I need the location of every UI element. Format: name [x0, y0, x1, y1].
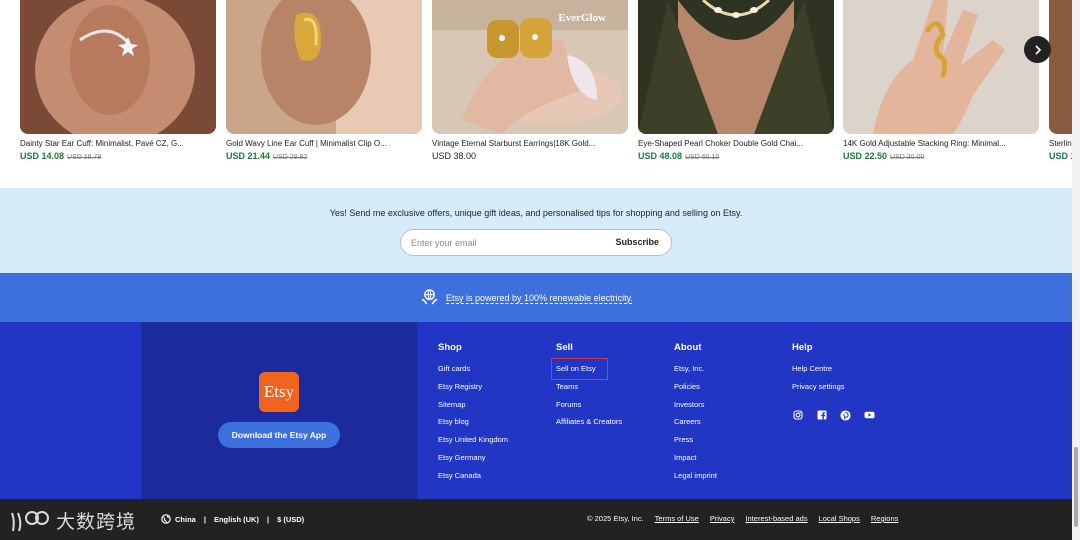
- download-app-button[interactable]: Download the Etsy App: [218, 422, 340, 448]
- product-title[interactable]: Gold Wavy Line Ear Cuff | Minimalist Cli…: [226, 139, 416, 148]
- regions-link[interactable]: Regions: [871, 514, 899, 523]
- footer-link-etsy-germany[interactable]: Etsy Germany: [438, 453, 508, 471]
- youtube-icon[interactable]: [864, 410, 875, 421]
- page-scrollbar[interactable]: [1072, 0, 1080, 540]
- product-price: USD 14.08: [20, 151, 65, 161]
- copyright-text: © 2025 Etsy, Inc.: [587, 514, 644, 523]
- sell-column: Sell Sell on Etsy Teams Forums Affiliate…: [556, 342, 622, 435]
- product-old-price: USD 60.10: [685, 154, 720, 161]
- footer-link-etsy-inc[interactable]: Etsy, Inc.: [674, 364, 717, 382]
- pinterest-icon[interactable]: [840, 410, 851, 421]
- product-card[interactable]: Sterlin USD 1: [1049, 0, 1072, 161]
- carousel-next-button[interactable]: [1024, 36, 1051, 63]
- product-title[interactable]: Sterlin: [1049, 139, 1072, 148]
- footer: Etsy Download the Etsy App Shop Gift car…: [0, 322, 1072, 499]
- shop-heading: Shop: [438, 342, 462, 353]
- highlight-box: [551, 358, 608, 380]
- privacy-link[interactable]: Privacy: [710, 514, 735, 523]
- watermark-logo-icon: [11, 510, 49, 531]
- product-title[interactable]: Eye-Shaped Pearl Choker Double Gold Chai…: [638, 139, 828, 148]
- product-card[interactable]: EverGlow Vintage Eternal Starburst Earri…: [432, 0, 628, 161]
- newsletter-text: Yes! Send me exclusive offers, unique gi…: [329, 208, 743, 218]
- footer-link-press[interactable]: Press: [674, 435, 717, 453]
- terms-link[interactable]: Terms of Use: [655, 514, 699, 523]
- region-label[interactable]: China: [175, 515, 196, 524]
- footer-link-impact[interactable]: Impact: [674, 453, 717, 471]
- footer-link-help-centre[interactable]: Help Centre: [792, 364, 875, 382]
- footer-link-teams[interactable]: Teams: [556, 382, 622, 400]
- footer-link-sitemap[interactable]: Sitemap: [438, 400, 508, 418]
- product-card[interactable]: Gold Wavy Line Ear Cuff | Minimalist Cli…: [226, 0, 422, 161]
- footer-link-affiliates[interactable]: Affiliates & Creators: [556, 417, 622, 435]
- help-heading: Help: [792, 342, 813, 353]
- shop-column: Shop Gift cards Etsy Registry Sitemap Et…: [438, 342, 508, 489]
- social-links: [792, 410, 875, 421]
- legal-links: © 2025 Etsy, Inc. Terms of Use Privacy I…: [587, 514, 898, 523]
- footer-link-etsy-uk[interactable]: Etsy United Kingdom: [438, 435, 508, 453]
- footer-link-forums[interactable]: Forums: [556, 400, 622, 418]
- product-image[interactable]: [638, 0, 834, 134]
- product-title[interactable]: Vintage Eternal Starburst Earrings|18K G…: [432, 139, 622, 148]
- email-input[interactable]: [411, 236, 601, 250]
- product-image[interactable]: [20, 0, 216, 134]
- chevron-right-icon: [1034, 44, 1041, 55]
- watermark-text: 大数跨境: [56, 511, 137, 533]
- locale-settings[interactable]: China | English (UK) | $ (USD): [161, 514, 304, 524]
- about-column: About Etsy, Inc. Policies Investors Care…: [674, 342, 717, 489]
- interest-ads-link[interactable]: Interest-based ads: [745, 514, 807, 523]
- watermark: 大数跨境: [10, 507, 136, 534]
- footer-link-etsy-registry[interactable]: Etsy Registry: [438, 382, 508, 400]
- page: Dainty Star Ear Cuff: Minimalist, Pavé C…: [0, 0, 1080, 540]
- footer-link-etsy-blog[interactable]: Etsy blog: [438, 417, 508, 435]
- product-image[interactable]: [226, 0, 422, 134]
- about-heading: About: [674, 342, 702, 353]
- local-shops-link[interactable]: Local Shops: [819, 514, 860, 523]
- product-image[interactable]: [843, 0, 1039, 134]
- footer-link-careers[interactable]: Careers: [674, 417, 717, 435]
- footer-link-gift-cards[interactable]: Gift cards: [438, 364, 508, 382]
- help-column: Help Help Centre Privacy settings: [792, 342, 875, 421]
- newsletter-form: Subscribe: [400, 229, 672, 256]
- footer-link-etsy-canada[interactable]: Etsy Canada: [438, 471, 508, 489]
- product-image[interactable]: EverGlow: [432, 0, 628, 134]
- product-old-price: USD 30.00: [890, 154, 925, 161]
- facebook-icon[interactable]: [816, 410, 827, 421]
- subscribe-button[interactable]: Subscribe: [615, 237, 659, 247]
- scrollbar-thumb[interactable]: [1074, 447, 1078, 527]
- footer-link-policies[interactable]: Policies: [674, 382, 717, 400]
- globe-icon: [161, 514, 171, 524]
- language-label[interactable]: English (UK): [214, 515, 259, 524]
- footer-link-investors[interactable]: Investors: [674, 400, 717, 418]
- product-title[interactable]: Dainty Star Ear Cuff: Minimalist, Pavé C…: [20, 139, 210, 148]
- footer-link-legal-imprint[interactable]: Legal imprint: [674, 471, 717, 489]
- product-price: USD 38.00: [432, 151, 477, 161]
- app-promo: Etsy Download the Etsy App: [141, 322, 417, 499]
- product-price: USD 21.44: [226, 151, 271, 161]
- renewable-banner: Etsy is powered by 100% renewable electr…: [0, 273, 1072, 322]
- brand-overlay: EverGlow: [558, 12, 606, 24]
- product-title[interactable]: 14K Gold Adjustable Stacking Ring: Minim…: [843, 139, 1033, 148]
- bottom-bar: 大数跨境 China | English (UK) | $ (USD) © 20…: [0, 499, 1072, 540]
- product-old-price: USD 18.78: [67, 154, 102, 161]
- renewable-link[interactable]: Etsy is powered by 100% renewable electr…: [446, 293, 633, 303]
- sell-heading: Sell: [556, 342, 573, 353]
- product-old-price: USD 29.82: [273, 154, 308, 161]
- product-carousel: Dainty Star Ear Cuff: Minimalist, Pavé C…: [0, 0, 1072, 188]
- currency-label[interactable]: $ (USD): [277, 515, 304, 524]
- etsy-logo: Etsy: [259, 372, 299, 412]
- product-price: USD 48.08: [638, 151, 683, 161]
- instagram-icon[interactable]: [792, 410, 803, 421]
- product-price: USD 22.50: [843, 151, 888, 161]
- newsletter-section: Yes! Send me exclusive offers, unique gi…: [0, 188, 1072, 273]
- product-price: USD 1: [1049, 151, 1072, 161]
- product-card[interactable]: Eye-Shaped Pearl Choker Double Gold Chai…: [638, 0, 834, 161]
- product-image[interactable]: [1049, 0, 1072, 134]
- product-card[interactable]: 14K Gold Adjustable Stacking Ring: Minim…: [843, 0, 1039, 161]
- footer-link-privacy-settings[interactable]: Privacy settings: [792, 382, 875, 400]
- product-card[interactable]: Dainty Star Ear Cuff: Minimalist, Pavé C…: [20, 0, 216, 161]
- globe-hands-icon: [421, 289, 438, 305]
